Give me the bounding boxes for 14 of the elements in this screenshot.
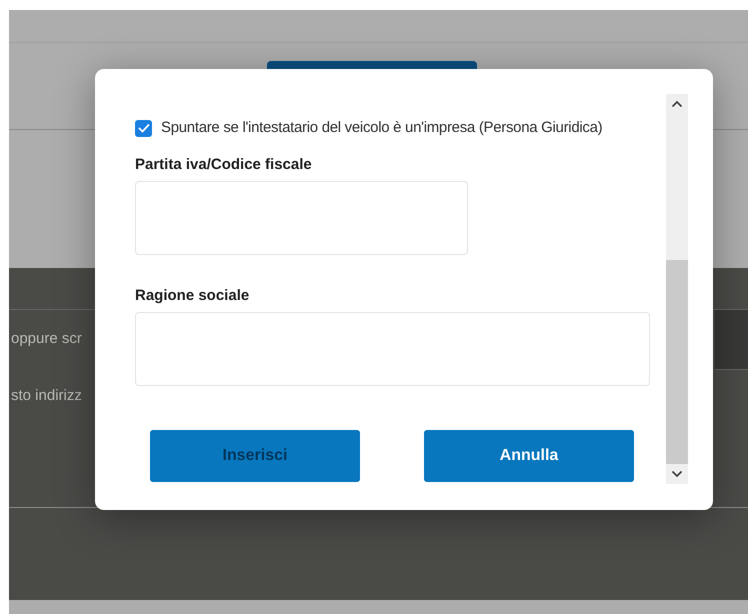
scroll-up-icon[interactable] [671, 100, 683, 108]
scrollbar-thumb[interactable] [666, 260, 688, 464]
checkmark-icon [138, 123, 150, 134]
field-label: Ragione sociale [135, 286, 250, 306]
scrollbar[interactable] [666, 94, 688, 484]
checkbox[interactable] [135, 120, 152, 137]
input-field[interactable] [135, 312, 650, 386]
input-field[interactable] [135, 180, 468, 254]
cancel-button[interactable]: Annulla [424, 430, 634, 482]
checkbox-label: Spuntare se l'intestatario del veicolo è un'impresa (Persona Giuridica) [161, 118, 602, 138]
page-text: oppure scr [11, 329, 83, 349]
field-label: Partita iva/Codice fiscale [135, 154, 313, 174]
page-text: sto indirizz [11, 386, 83, 406]
scroll-down-icon[interactable] [671, 470, 683, 478]
